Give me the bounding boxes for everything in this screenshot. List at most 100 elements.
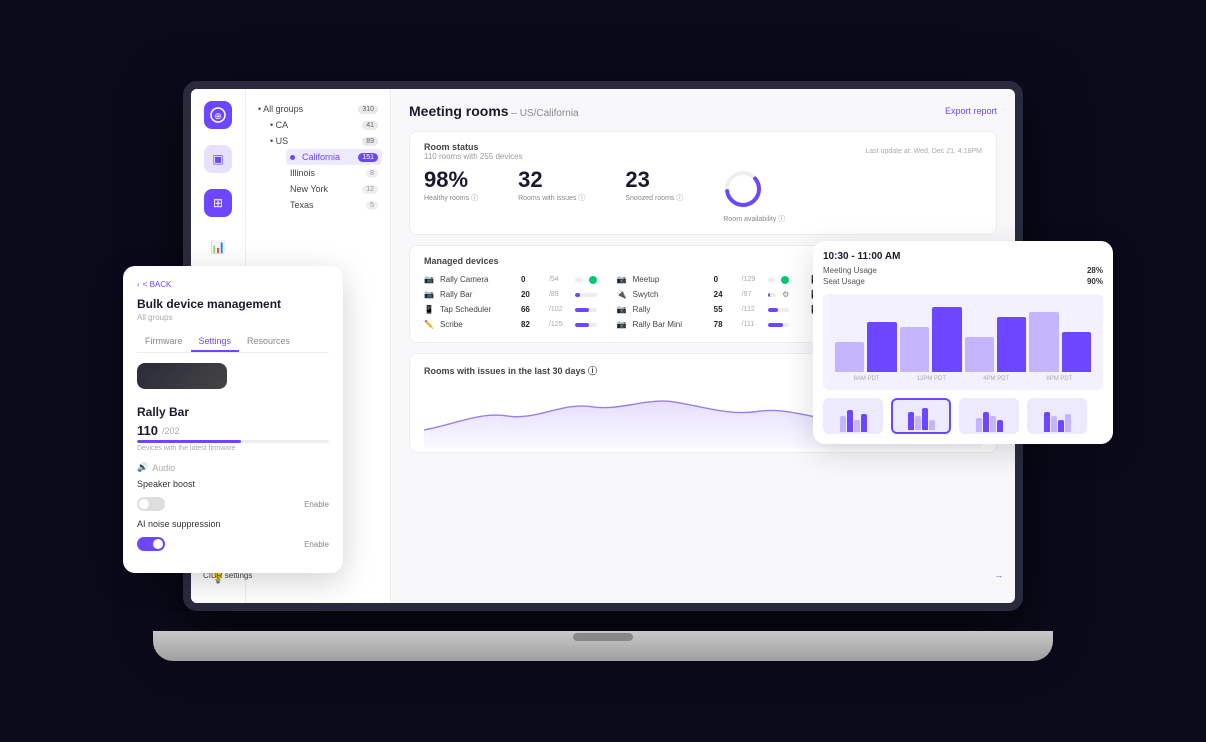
bar-group-8 bbox=[1062, 332, 1091, 372]
firmware-total: /202 bbox=[162, 426, 180, 436]
nav-all-groups[interactable]: • All groups 310 bbox=[254, 101, 382, 117]
tab-firmware[interactable]: Firmware bbox=[137, 332, 191, 352]
toggle-knob bbox=[139, 499, 149, 509]
ai-toggle-knob bbox=[153, 539, 163, 549]
device-label: Rally Bar bbox=[137, 405, 329, 419]
stat-healthy-value: 98% bbox=[424, 169, 478, 191]
device-rally-camera: 📷 Rally Camera 0 /54 bbox=[424, 272, 597, 287]
bar-group-1 bbox=[835, 342, 864, 372]
status-subtitle: 110 rooms with 255 devices bbox=[424, 152, 523, 161]
label-8am: 8AM PDT bbox=[854, 376, 880, 382]
stat-snoozed-value: 23 bbox=[625, 169, 683, 191]
bulk-panel: ‹ < BACK Bulk device management All grou… bbox=[123, 266, 343, 573]
bar-3-light bbox=[900, 327, 929, 372]
ai-noise-label: AI noise suppression bbox=[137, 519, 221, 529]
bar-5-light bbox=[965, 337, 994, 372]
thumb-1[interactable] bbox=[823, 398, 883, 434]
page-title: Meeting rooms bbox=[409, 103, 509, 119]
stat-snoozed: 23 Snoozed rooms ⓘ bbox=[625, 169, 683, 203]
bar-group-7 bbox=[1029, 312, 1058, 372]
nav-newyork[interactable]: New York 12 bbox=[286, 181, 382, 197]
bar-2-dark bbox=[867, 322, 896, 372]
device-meetup: 📷 Meetup 0 /129 bbox=[617, 272, 790, 287]
bar-group-2 bbox=[867, 322, 896, 372]
meeting-usage-label: Meeting Usage bbox=[823, 266, 877, 275]
stat-snoozed-label: Snoozed rooms ⓘ bbox=[625, 193, 683, 203]
laptop-notch bbox=[573, 633, 633, 641]
firmware-bar bbox=[137, 440, 329, 443]
firmware-note: Devices with the latest firmware bbox=[137, 445, 329, 452]
panel-tabs: Firmware Settings Resources bbox=[137, 332, 329, 353]
ai-noise-toggle[interactable] bbox=[137, 537, 165, 551]
device-swytch: 🔌 Swytch 24 /97 ⚙ bbox=[617, 287, 790, 302]
stat-healthy-label: Healthy rooms ⓘ bbox=[424, 193, 478, 203]
laptop-shell: ⊕ ▣ ⊞ 📊 ☁ 💡 • All groups 310 • CA bbox=[153, 81, 1053, 661]
page-subtitle: – US/California bbox=[511, 108, 578, 119]
meeting-usage-row: Meeting Usage 28% bbox=[823, 266, 1103, 275]
laptop-base bbox=[153, 631, 1053, 661]
popup-stats: Meeting Usage 28% Seat Usage 90% bbox=[823, 266, 1103, 286]
sidebar-icon-home[interactable]: ⊕ bbox=[204, 101, 232, 129]
device-scribe: ✏️ Scribe 82 /125 bbox=[424, 317, 597, 332]
nav-us[interactable]: • US 89 bbox=[266, 133, 382, 149]
bar-chart bbox=[831, 302, 1095, 372]
ai-noise-toggle-row: Enable bbox=[137, 537, 329, 551]
seat-usage-val: 90% bbox=[1087, 277, 1103, 286]
bar-group-4 bbox=[932, 307, 961, 372]
analytics-popup: 10:30 - 11:00 AM Meeting Usage 28% Seat … bbox=[813, 241, 1113, 444]
status-header: Room status 110 rooms with 255 devices L… bbox=[424, 142, 982, 161]
label-12pm: 12PM PDT bbox=[917, 376, 946, 382]
stat-healthy: 98% Healthy rooms ⓘ bbox=[424, 169, 478, 203]
enable-label-2: Enable bbox=[304, 540, 329, 549]
speaker-boost-toggle[interactable] bbox=[137, 497, 165, 511]
sidebar-icon-rooms[interactable]: ⊞ bbox=[204, 189, 232, 217]
nav-ca[interactable]: • CA 41 bbox=[266, 117, 382, 133]
seat-usage-row: Seat Usage 90% bbox=[823, 277, 1103, 286]
bar-6-dark bbox=[997, 317, 1026, 372]
seat-usage-label: Seat Usage bbox=[823, 277, 865, 286]
svg-text:⊕: ⊕ bbox=[214, 111, 222, 121]
label-4pm: 4PM PDT bbox=[983, 376, 1009, 382]
thumb-4[interactable] bbox=[1027, 398, 1087, 434]
speaker-boost-label: Speaker boost bbox=[137, 479, 195, 489]
enable-label-1: Enable bbox=[304, 500, 329, 509]
sidebar-icon-devices[interactable]: ▣ bbox=[204, 145, 232, 173]
device-rally: 📷 Rally 55 /112 bbox=[617, 302, 790, 317]
status-title: Room status bbox=[424, 142, 523, 152]
firmware-count: 110 bbox=[137, 423, 158, 438]
panel-title: Bulk device management bbox=[137, 297, 329, 311]
thumbnails-row bbox=[823, 398, 1103, 434]
back-link[interactable]: ‹ < BACK bbox=[137, 280, 329, 289]
tab-resources[interactable]: Resources bbox=[239, 332, 298, 352]
bar-7-light bbox=[1029, 312, 1058, 372]
last-update: Last update at: Wed, Dec 21, 4:18PM bbox=[865, 148, 982, 155]
bar-group-6 bbox=[997, 317, 1026, 372]
nav-texas[interactable]: Texas 5 bbox=[286, 197, 382, 213]
thumb-2[interactable] bbox=[891, 398, 951, 434]
sidebar-icon-analytics[interactable]: 📊 bbox=[204, 233, 232, 261]
firmware-row: 110 /202 bbox=[137, 423, 329, 438]
bar-1-light bbox=[835, 342, 864, 372]
thumb-3[interactable] bbox=[959, 398, 1019, 434]
nav-illinois[interactable]: Illinois 8 bbox=[286, 165, 382, 181]
meeting-usage-val: 28% bbox=[1087, 266, 1103, 275]
device-rally-bar-mini: 📷 Rally Bar Mini 78 /111 bbox=[617, 317, 790, 332]
ai-noise-setting: AI noise suppression bbox=[137, 519, 329, 529]
speaker-boost-toggle-row: Enable bbox=[137, 497, 329, 511]
stat-availability: Room availability ⓘ bbox=[723, 169, 785, 224]
device-image bbox=[137, 363, 227, 389]
audio-section: 🔊 Audio bbox=[137, 462, 329, 473]
chart-labels: 8AM PDT 12PM PDT 4PM PDT 8PM PDT bbox=[831, 376, 1095, 382]
bar-group-5 bbox=[965, 337, 994, 372]
nav-california[interactable]: California 151 bbox=[286, 149, 382, 165]
tab-settings[interactable]: Settings bbox=[191, 332, 240, 352]
export-link[interactable]: Export report bbox=[945, 106, 997, 116]
page-title-block: Meeting rooms – US/California bbox=[409, 103, 579, 119]
speaker-boost-setting: Speaker boost bbox=[137, 479, 329, 489]
room-status-section: Room status 110 rooms with 255 devices L… bbox=[409, 131, 997, 235]
bar-4-dark bbox=[932, 307, 961, 372]
stat-issues-value: 32 bbox=[518, 169, 585, 191]
stat-availability-label: Room availability ⓘ bbox=[723, 214, 785, 224]
stat-issues-label: Rooms with issues ⓘ bbox=[518, 193, 585, 203]
popup-time: 10:30 - 11:00 AM bbox=[823, 251, 1103, 262]
